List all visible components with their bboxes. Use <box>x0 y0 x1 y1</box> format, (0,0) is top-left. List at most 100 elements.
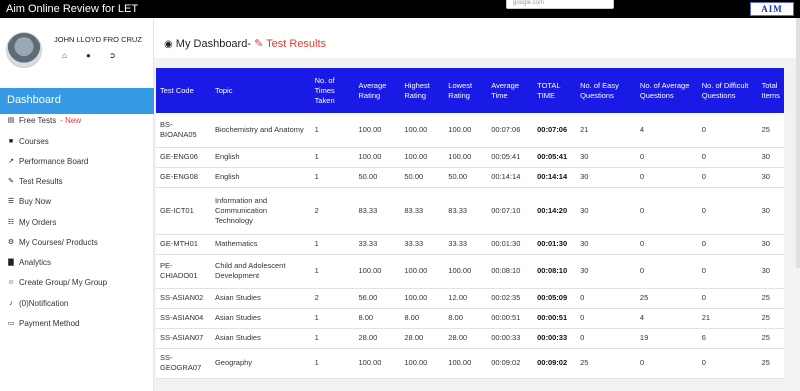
logout-icon[interactable]: ➲ <box>109 51 116 60</box>
sidebar-item-label: Buy Now <box>19 196 52 206</box>
cell-lowest-rating: 83.33 <box>444 187 488 235</box>
table-row[interactable]: GE-MTH01 Mathematics 1 33.33 33.33 33.33 00:01… <box>156 234 784 255</box>
table-row[interactable]: GE-ENG08 English 1 50.00 50.00 50.00 00:14:14 0… <box>156 167 784 188</box>
cell-times-taken: 1 <box>310 113 355 148</box>
sidebar-item-my-orders[interactable]: ☷ My Orders <box>6 215 56 229</box>
cell-difficult-questions: 0 <box>697 348 758 379</box>
cell-total-time: 00:05:09 <box>533 288 577 309</box>
sidebar-item-courses[interactable]: ■ Courses <box>6 134 49 148</box>
column-header-lowest-rating[interactable]: Lowest Rating <box>444 68 488 113</box>
table-row[interactable]: GE-ENG06 English 1 100.00 100.00 100.00 00:05:… <box>156 147 784 168</box>
user-name: JOHN LLOYD FRO CRUZ <box>54 35 142 44</box>
column-header-easy-questions[interactable]: No. of Easy Questions <box>576 68 636 113</box>
cell-test-code: GE-MTH01 <box>156 234 211 255</box>
cell-average-rating: 8.00 <box>354 308 401 329</box>
cell-highest-rating: 100.00 <box>400 348 445 379</box>
column-header-total-items[interactable]: Total Items <box>757 68 784 113</box>
home-icon[interactable]: ⌂ <box>62 51 67 60</box>
users-icon: ☺ <box>7 278 15 286</box>
cell-average-questions: 0 <box>635 167 698 188</box>
column-header-average-rating[interactable]: Average Rating <box>354 68 401 113</box>
scrollbar[interactable] <box>796 18 800 268</box>
cell-total-items: 30 <box>757 254 784 289</box>
column-header-test-code[interactable]: Test Code <box>156 68 211 113</box>
cell-average-questions: 0 <box>635 234 698 255</box>
sidebar-item-label: Performance Board <box>19 156 89 166</box>
cell-test-code: SS-ASIAN04 <box>156 308 211 329</box>
table-row[interactable]: SS-ASIAN04 Asian Studies 1 8.00 8.00 8.00 00:0… <box>156 308 784 329</box>
cell-average-questions: 0 <box>635 147 698 168</box>
cell-test-code: SS-GEOGRA07 <box>156 348 211 379</box>
cell-lowest-rating: 12.00 <box>444 288 488 309</box>
cell-difficult-questions: 0 <box>697 288 758 309</box>
cell-difficult-questions: 21 <box>697 308 758 329</box>
table-row[interactable]: SS-ASIAN07 Asian Studies 1 28.00 28.00 28.00 0… <box>156 328 784 349</box>
sidebar-item-analytics[interactable]: ▇ Analytics <box>6 255 51 269</box>
cell-times-taken: 1 <box>310 167 355 188</box>
cell-total-time: 00:14:14 <box>533 167 577 188</box>
cell-lowest-rating: 100.00 <box>444 147 488 168</box>
cell-easy-questions: 0 <box>576 308 636 329</box>
column-header-average-time[interactable]: Average Time <box>487 68 534 113</box>
sidebar-item-payment-method[interactable]: ▭ Payment Method <box>6 316 80 330</box>
table-row[interactable]: PE-CHIADO01 Child and Adolescent Developm… <box>156 254 784 289</box>
cell-difficult-questions: 6 <box>697 328 758 349</box>
cell-average-time: 00:08:10 <box>487 254 534 289</box>
cell-lowest-rating: 100.00 <box>444 113 488 148</box>
top-bar: Aim Online Review for LET google.com AIM <box>0 0 800 18</box>
sidebar-item-test-results[interactable]: ✎ Test Results <box>6 174 63 188</box>
cell-total-items: 25 <box>757 308 784 329</box>
cell-highest-rating: 50.00 <box>400 167 445 188</box>
avatar <box>6 32 42 68</box>
cell-average-rating: 56.00 <box>354 288 401 309</box>
sidebar-item-label: Analytics <box>19 257 52 267</box>
cell-total-items: 25 <box>757 328 784 349</box>
cell-lowest-rating: 100.00 <box>444 254 488 289</box>
aim-logo[interactable]: AIM <box>750 2 794 16</box>
cell-easy-questions: 30 <box>576 147 636 168</box>
cell-total-items: 30 <box>757 167 784 188</box>
cell-difficult-questions: 0 <box>697 254 758 289</box>
sidebar-item-0-notification[interactable]: ♪ (0)Notification <box>6 296 68 310</box>
sidebar-item-free-tests[interactable]: ▤ Free Tests - New <box>6 113 81 127</box>
cell-total-time: 00:09:02 <box>533 348 577 379</box>
cell-easy-questions: 0 <box>576 288 636 309</box>
table-row[interactable]: BS-BIOANA05 Biochemistry and Anatomy 1 100.… <box>156 113 784 148</box>
cell-average-time: 00:14:14 <box>487 167 534 188</box>
cell-average-time: 00:00:51 <box>487 308 534 329</box>
cell-highest-rating: 8.00 <box>400 308 445 329</box>
column-header-average-questions[interactable]: No. of Average Questions <box>635 68 698 113</box>
cell-lowest-rating: 28.00 <box>444 328 488 349</box>
breadcrumb-test-results[interactable]: ✎ Test Results <box>254 38 326 50</box>
page-title-text: My Dashboard- <box>175 38 251 50</box>
url-box[interactable]: google.com <box>506 0 614 9</box>
sidebar-item-performance-board[interactable]: ↗ Performance Board <box>6 154 88 168</box>
user-icon[interactable]: ● <box>86 51 91 60</box>
column-header-highest-rating[interactable]: Highest Rating <box>400 68 445 113</box>
cell-topic: Asian Studies <box>210 328 311 349</box>
cell-average-questions: 0 <box>635 254 698 289</box>
cell-average-rating: 83.33 <box>354 187 401 235</box>
column-header-topic[interactable]: Topic <box>210 68 311 113</box>
cell-average-time: 00:07:10 <box>487 187 534 235</box>
cell-average-time: 00:09:02 <box>487 348 534 379</box>
cell-times-taken: 1 <box>310 254 355 289</box>
cell-topic: Geography <box>210 348 311 379</box>
cell-highest-rating: 83.33 <box>400 187 445 235</box>
cell-average-questions: 4 <box>635 113 698 148</box>
cell-highest-rating: 28.00 <box>400 328 445 349</box>
table-row[interactable]: GE-ICT01 Information and Communication Te… <box>156 187 784 235</box>
cell-average-questions: 19 <box>635 328 698 349</box>
sidebar-item-my-courses-products[interactable]: ⚙ My Courses/ Products <box>6 235 98 249</box>
cell-average-time: 00:00:33 <box>487 328 534 349</box>
column-header-total-time[interactable]: TOTAL TIME <box>533 68 577 113</box>
column-header-times-taken[interactable]: No. of Times Taken <box>310 68 355 113</box>
sidebar-item-label: Free Tests <box>19 115 57 125</box>
sidebar-item-dashboard[interactable]: Dashboard <box>0 88 154 114</box>
table-row[interactable]: SS-GEOGRA07 Geography 1 100.00 100.00 100.00 0… <box>156 348 784 379</box>
cell-total-items: 25 <box>757 288 784 309</box>
sidebar-item-create-group-my-group[interactable]: ☺ Create Group/ My Group <box>6 275 107 289</box>
sidebar-item-buy-now[interactable]: ☰ Buy Now <box>6 194 51 208</box>
column-header-difficult-questions[interactable]: No. of Difficult Questions <box>697 68 758 113</box>
table-row[interactable]: SS-ASIAN02 Asian Studies 2 56.00 100.00 12.00… <box>156 288 784 309</box>
